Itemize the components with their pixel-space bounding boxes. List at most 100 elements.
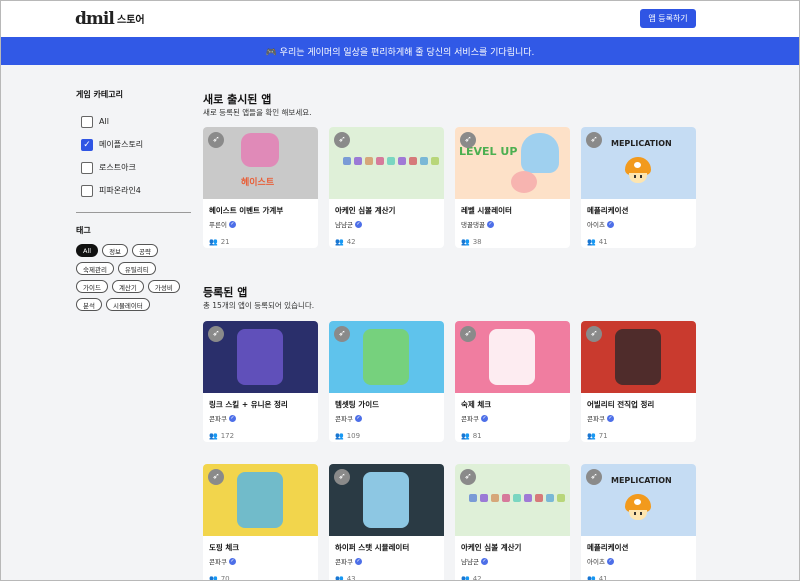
app-badge-icon: ➶ bbox=[334, 469, 350, 485]
app-card[interactable]: ➶ MEPLICATION 메플리케이션 아이츠 ✓ 👥 41 bbox=[581, 464, 696, 581]
users-icon: 👥 bbox=[335, 238, 344, 246]
register-app-button[interactable]: 앱 등록하기 bbox=[640, 9, 696, 28]
app-thumbnail: ➶ LEVEL UP bbox=[455, 127, 570, 199]
app-card[interactable]: ➶ 링크 스킬 + 유니온 정리콘파쿠 ✓ 👥 172 bbox=[203, 321, 318, 442]
tag-chip[interactable]: 가이드 bbox=[76, 280, 108, 293]
category-item[interactable]: 로스트아크 bbox=[76, 156, 191, 179]
category-item[interactable]: ✓ 메이플스토리 bbox=[76, 133, 191, 156]
app-card[interactable]: ➶ 도핑 체크 콘파쿠 ✓ 👥 70 bbox=[203, 464, 318, 581]
tag-chip[interactable]: 계산기 bbox=[111, 280, 144, 293]
illustration-art bbox=[363, 329, 409, 385]
thumb-art-text: MEPLICATION bbox=[611, 139, 672, 148]
app-thumbnail: ➶ bbox=[329, 127, 444, 199]
illustration-art bbox=[237, 472, 283, 528]
author-name: 아이츠 bbox=[587, 558, 605, 566]
app-card[interactable]: ➶ MEPLICATION 메플리케이션 아이츠 ✓ 👥 41 bbox=[581, 127, 696, 248]
tag-chip[interactable]: All bbox=[76, 244, 99, 257]
app-card[interactable]: ➶ 숙제 체크 콘파쿠 ✓ 👥 81 bbox=[455, 321, 570, 442]
tag-chip[interactable]: 숙제관리 bbox=[76, 262, 114, 275]
tag-list: All 정보 공략숙제관리 유틸리티가이드 계산기 가성비분석 시뮬레이터 bbox=[76, 244, 188, 311]
users-icon: 👥 bbox=[335, 432, 344, 440]
illustration-art bbox=[363, 472, 409, 528]
registered-apps-title: 등록된 앱 bbox=[203, 286, 248, 299]
tag-chip[interactable]: 유틸리티 bbox=[117, 262, 156, 275]
illustration-art bbox=[615, 329, 661, 385]
filter-sidebar: 게임 카테고리 All ✓ 메이플스토리 로스트아크 피파온라인4 태그 All 정보 공략… bbox=[76, 89, 191, 311]
app-card[interactable]: ➶ 헤이스트 헤이스트 이벤트 가계부 푸른이 ✓ 👥 21 bbox=[203, 127, 318, 248]
illustration-art bbox=[489, 329, 535, 385]
app-card[interactable]: ➶ 아케인 심볼 계산기 냠냠군 ✓ 👥 42 bbox=[329, 127, 444, 248]
verified-icon: ✓ bbox=[606, 557, 614, 565]
app-badge-icon: ➶ bbox=[208, 326, 224, 342]
app-card[interactable]: ➶ 하이퍼 스탯 시뮬레이터 콘파쿠 ✓ 👥 43 bbox=[329, 464, 444, 581]
user-count-value: 38 bbox=[472, 238, 482, 246]
category-item[interactable]: All bbox=[76, 110, 191, 133]
tag-title: 태그 bbox=[76, 226, 91, 235]
author-name: 콘파쿠 bbox=[461, 415, 479, 423]
users-icon: 👥 bbox=[587, 575, 596, 581]
app-author: 댕꿀댕꿀 ✓ bbox=[461, 219, 570, 229]
app-thumbnail: ➶ bbox=[329, 321, 444, 393]
nav-store-link[interactable]: 스토어 bbox=[117, 11, 145, 26]
app-card[interactable]: ➶ 어빌리티 전직업 정리 콘파쿠 ✓ 👥 71 bbox=[581, 321, 696, 442]
character-art bbox=[521, 133, 559, 173]
user-count-value: 172 bbox=[220, 432, 235, 440]
category-list: All ✓ 메이플스토리로스트아크피파온라인4 bbox=[76, 110, 191, 202]
app-title: 도핑 체크 bbox=[209, 543, 240, 552]
tag-chip[interactable]: 분석 bbox=[76, 298, 102, 311]
author-name: 콘파쿠 bbox=[209, 415, 227, 423]
user-count-value: 71 bbox=[598, 432, 608, 440]
verified-icon: ✓ bbox=[228, 414, 236, 422]
author-name: 댕꿀댕꿀 bbox=[461, 221, 485, 229]
app-author: 콘파쿠 ✓ bbox=[461, 413, 570, 423]
mushroom-icon bbox=[625, 494, 651, 520]
app-badge-icon: ➶ bbox=[460, 132, 476, 148]
users-icon: 👥 bbox=[461, 432, 470, 440]
app-title: 링크 스킬 + 유니온 정리 bbox=[209, 400, 288, 409]
users-icon: 👥 bbox=[587, 238, 596, 246]
category-item[interactable]: 피파온라인4 bbox=[76, 179, 191, 202]
checkbox-checked[interactable]: ✓ bbox=[81, 138, 93, 151]
app-author: 콘파쿠 ✓ bbox=[209, 413, 318, 423]
mushroom-icon bbox=[625, 157, 651, 183]
app-thumbnail: ➶ MEPLICATION bbox=[581, 127, 696, 199]
user-count-value: 70 bbox=[220, 575, 230, 581]
author-name: 콘파쿠 bbox=[335, 558, 353, 566]
category-label: 피파온라인4 bbox=[99, 186, 141, 195]
symbol-icons bbox=[469, 494, 565, 502]
app-user-count: 👥 81 bbox=[461, 432, 570, 440]
app-user-count: 👥 70 bbox=[209, 575, 318, 581]
category-label: 메이플스토리 bbox=[99, 140, 144, 149]
author-name: 푸른이 bbox=[209, 221, 227, 229]
site-logo[interactable]: dmil bbox=[75, 9, 115, 29]
author-name: 냠냠군 bbox=[335, 221, 353, 229]
checkbox[interactable] bbox=[81, 184, 93, 197]
tag-chip[interactable]: 공략 bbox=[132, 244, 158, 257]
author-name: 아이츠 bbox=[587, 221, 605, 229]
users-icon: 👥 bbox=[209, 238, 218, 246]
app-author: 냠냠군 ✓ bbox=[461, 556, 570, 566]
checkbox[interactable] bbox=[81, 115, 93, 128]
tag-chip[interactable]: 가성비 bbox=[147, 280, 180, 293]
app-card[interactable]: ➶ LEVEL UP 레벨 시뮬레이터 댕꿀댕꿀 ✓ 👥 38 bbox=[455, 127, 570, 248]
new-apps-title: 새로 출시된 앱 bbox=[203, 93, 272, 106]
app-badge-icon: ➶ bbox=[460, 469, 476, 485]
verified-icon: ✓ bbox=[480, 557, 488, 565]
app-thumbnail: ➶ bbox=[455, 464, 570, 536]
app-card[interactable]: ➶ 아케인 심볼 계산기 냠냠군 ✓ 👥 42 bbox=[455, 464, 570, 581]
checkbox[interactable] bbox=[81, 161, 93, 174]
app-title: 하이퍼 스탯 시뮬레이터 bbox=[335, 543, 410, 552]
verified-icon: ✓ bbox=[606, 414, 614, 422]
user-count-value: 81 bbox=[472, 432, 482, 440]
tag-chip[interactable]: 정보 bbox=[102, 244, 129, 257]
app-title: 템셋팅 가이드 bbox=[335, 400, 380, 409]
app-user-count: 👥 21 bbox=[209, 238, 318, 246]
app-user-count: 👥 172 bbox=[209, 432, 318, 440]
tag-chip[interactable]: 시뮬레이터 bbox=[105, 298, 150, 311]
registered-apps-subtitle: 총 15개의 앱이 등록되어 있습니다. bbox=[203, 301, 315, 310]
app-title: 헤이스트 이벤트 가계부 bbox=[209, 206, 284, 215]
app-card[interactable]: ➶ 템셋팅 가이드 콘파쿠 ✓ 👥 109 bbox=[329, 321, 444, 442]
character-art bbox=[241, 133, 279, 167]
app-user-count: 👥 109 bbox=[335, 432, 444, 440]
app-author: 콘파쿠 ✓ bbox=[209, 556, 318, 566]
